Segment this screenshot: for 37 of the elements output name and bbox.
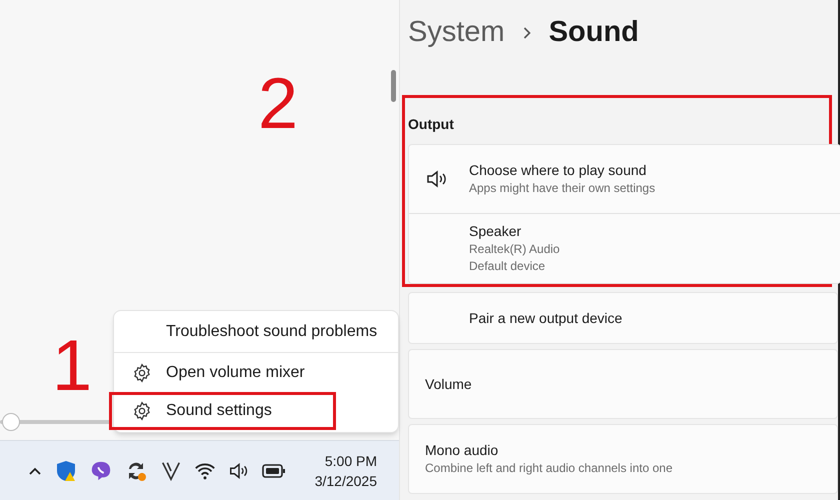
settings-row[interactable]: Mono audio Combine left and right audio channels into one xyxy=(409,425,837,493)
v-logo-icon[interactable] xyxy=(160,460,182,482)
settings-row[interactable]: Volume xyxy=(409,350,837,418)
shield-icon[interactable] xyxy=(54,458,78,482)
menu-item[interactable]: Troubleshoot sound problems xyxy=(114,313,398,351)
menu-item[interactable]: Open volume mixer xyxy=(114,354,398,392)
page-title: Sound xyxy=(548,15,639,50)
settings-row[interactable]: Speaker Realtek(R) Audio Default device xyxy=(409,213,840,283)
row-description: Apps might have their own settings xyxy=(469,180,656,197)
speaker-icon xyxy=(425,169,449,189)
row-title: Speaker xyxy=(469,222,522,241)
breadcrumb-parent[interactable]: System xyxy=(408,11,505,55)
row-title: Mono audio xyxy=(425,441,500,460)
menu-item[interactable]: Sound settings xyxy=(109,392,336,430)
speaker-icon[interactable] xyxy=(228,460,250,480)
row-description: Realtek(R) Audio xyxy=(469,241,560,258)
step-number: 1 xyxy=(52,330,92,402)
wifi-icon[interactable] xyxy=(194,460,216,480)
volume-slider[interactable] xyxy=(0,413,112,431)
section-heading: Output xyxy=(408,115,455,134)
row-title: Pair a new output device xyxy=(469,308,622,328)
chat-icon[interactable] xyxy=(90,460,112,482)
step-number: 2 xyxy=(258,68,298,140)
row-description: Default device xyxy=(469,258,546,275)
gear-icon xyxy=(132,401,152,421)
battery-icon[interactable] xyxy=(262,462,286,478)
clock-time[interactable]: 5:00 PM xyxy=(324,450,377,470)
row-title: Choose where to play sound xyxy=(469,161,648,180)
chevron-right-icon xyxy=(522,27,531,39)
gear-icon xyxy=(132,363,152,383)
row-title: Volume xyxy=(425,374,472,394)
scrollbar-thumb[interactable] xyxy=(391,70,396,102)
settings-row[interactable]: Pair a new output device xyxy=(409,293,837,343)
row-description: Combine left and right audio channels into one xyxy=(425,460,672,477)
chevron-up-icon[interactable] xyxy=(28,466,42,476)
clock-date[interactable]: 3/12/2025 xyxy=(314,470,377,490)
settings-row[interactable]: Choose where to play sound Apps might have their own settings xyxy=(409,145,840,213)
